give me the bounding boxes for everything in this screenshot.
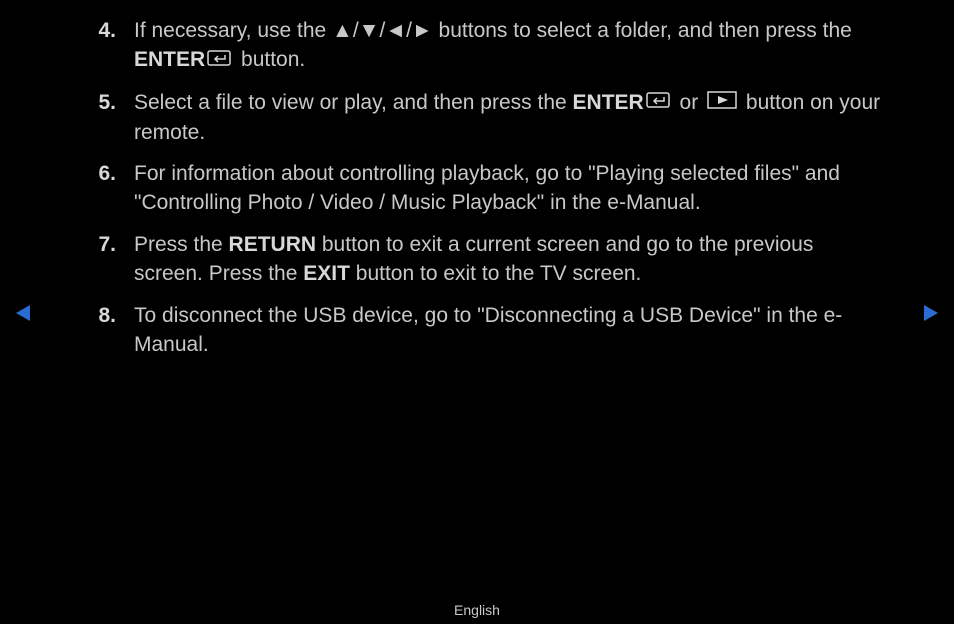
bold-label: ENTER: [573, 91, 644, 114]
item-text: If necessary, use the ▲/▼/◄/► buttons to…: [134, 16, 884, 76]
bold-label: RETURN: [229, 233, 317, 256]
item-text: Select a file to view or play, and then …: [134, 88, 884, 148]
nav-prev-button[interactable]: [14, 303, 32, 328]
bold-label: EXIT: [303, 262, 350, 285]
bold-label: ENTER: [134, 48, 205, 71]
item-number: 4.: [94, 16, 134, 76]
play-icon: [707, 88, 737, 117]
item-text: Press the RETURN button to exit a curren…: [134, 230, 884, 289]
item-number: 7.: [94, 230, 134, 289]
direction-arrows: ▲/▼/◄/►: [332, 19, 433, 42]
manual-content: 4.If necessary, use the ▲/▼/◄/► buttons …: [0, 0, 954, 359]
instruction-item: 8.To disconnect the USB device, go to "D…: [94, 301, 884, 360]
instruction-item: 7.Press the RETURN button to exit a curr…: [94, 230, 884, 289]
item-text: For information about controlling playba…: [134, 159, 884, 218]
item-number: 8.: [94, 301, 134, 360]
instruction-item: 6.For information about controlling play…: [94, 159, 884, 218]
nav-next-button[interactable]: [922, 303, 940, 328]
instruction-item: 5.Select a file to view or play, and the…: [94, 88, 884, 148]
item-number: 6.: [94, 159, 134, 218]
enter-icon: [207, 46, 235, 75]
instruction-item: 4.If necessary, use the ▲/▼/◄/► buttons …: [94, 16, 884, 76]
enter-icon: [646, 88, 674, 117]
item-number: 5.: [94, 88, 134, 148]
item-text: To disconnect the USB device, go to "Dis…: [134, 301, 884, 360]
language-footer: English: [0, 602, 954, 618]
